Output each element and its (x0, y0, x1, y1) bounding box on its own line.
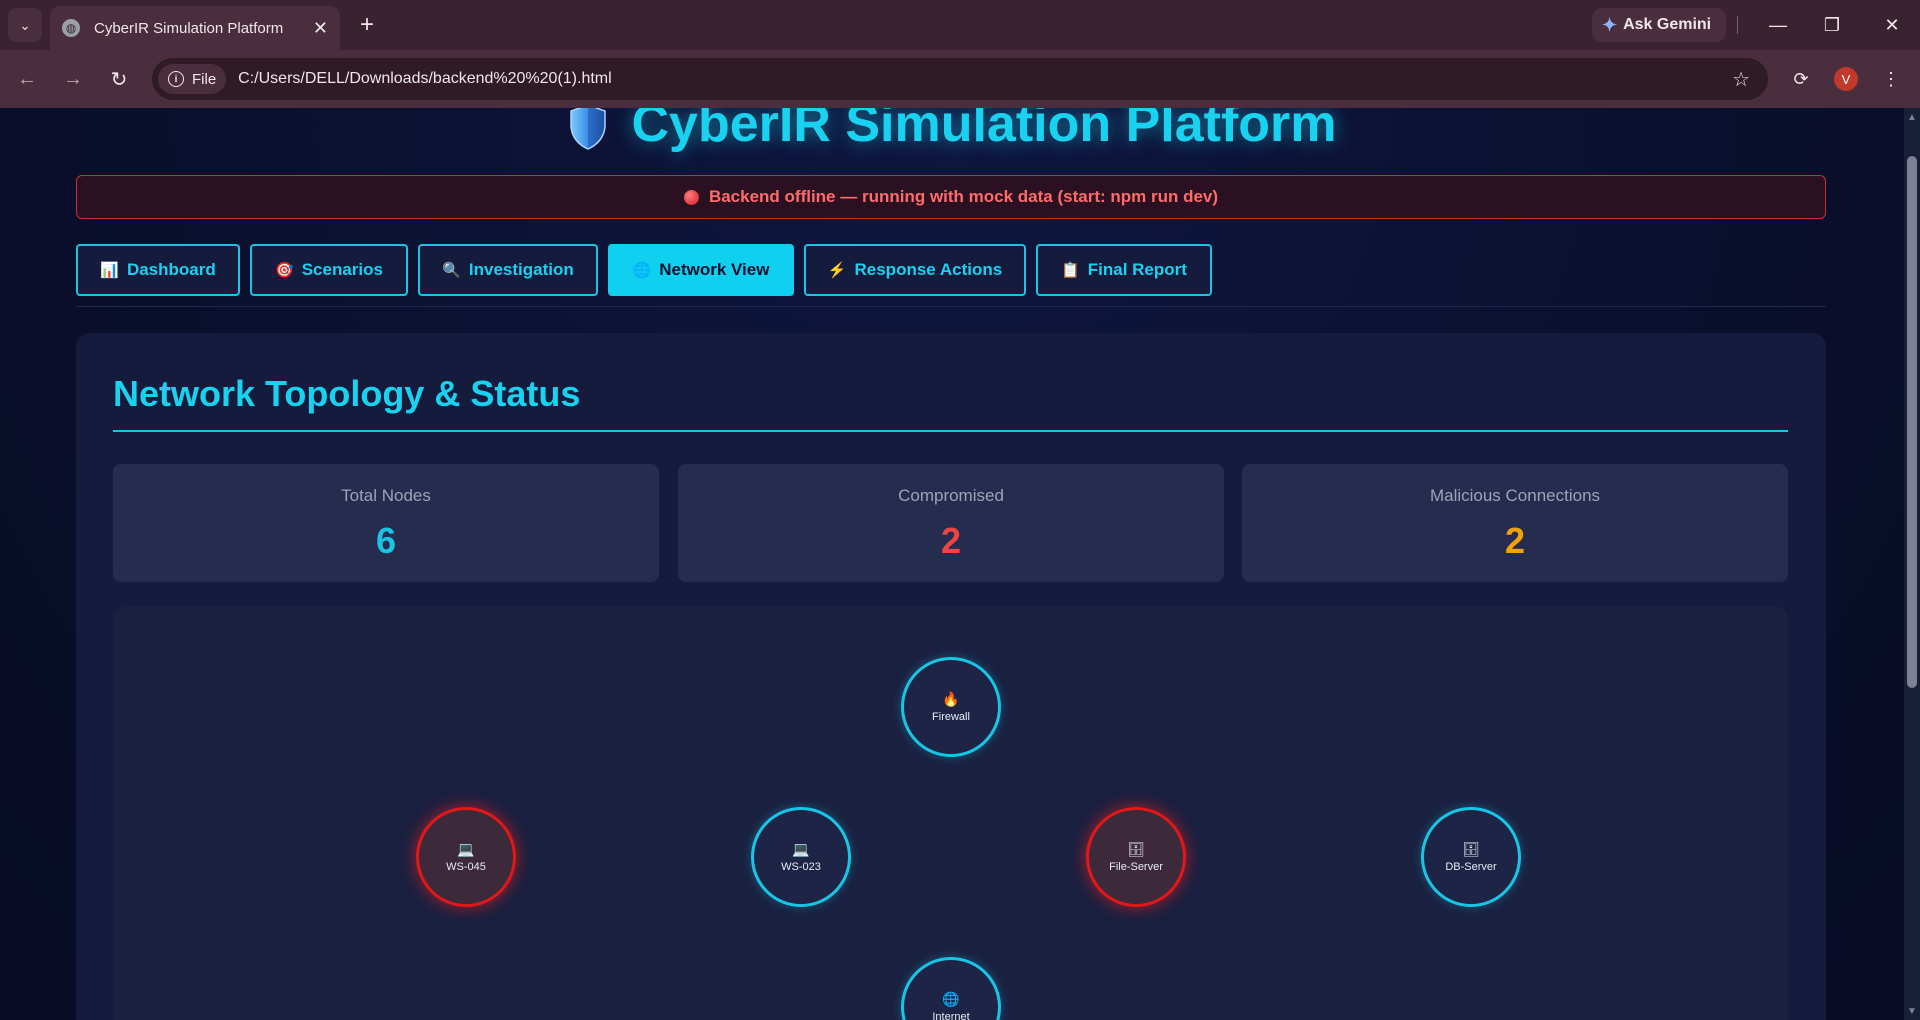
stat-label: Compromised (898, 486, 1004, 505)
shield-icon (569, 108, 606, 151)
tab-label: Final Report (1087, 260, 1187, 279)
tab-investigation[interactable]: 🔍 Investigation (418, 244, 598, 296)
kebab-menu-icon[interactable]: ⋮ (1874, 62, 1908, 96)
app-header: CyberIR Simulation Platform (0, 108, 1904, 154)
browser-tab[interactable]: ◍ CyberIR Simulation Platform ✕ (50, 6, 340, 50)
node-firewall[interactable]: 🔥 Firewall (901, 657, 1001, 757)
nav-divider (76, 306, 1826, 307)
node-label: DB-Server (1445, 861, 1497, 873)
stat-value: 2 (940, 520, 962, 561)
back-icon[interactable]: ← (10, 62, 44, 96)
node-label: Internet (932, 1011, 970, 1020)
tab-label: Response Actions (854, 260, 1003, 279)
tab-label: Scenarios (301, 260, 383, 279)
node-label: WS-023 (781, 861, 821, 873)
tab-dashboard[interactable]: 📊 Dashboard (76, 244, 240, 296)
page-scrollbar[interactable]: ▲ ▼ (1904, 108, 1920, 1020)
backend-offline-alert: Backend offline — running with mock data… (76, 175, 1826, 219)
globe-icon: 🌐 (942, 991, 960, 1007)
scroll-up-icon[interactable]: ▲ (1904, 110, 1920, 124)
scroll-down-icon[interactable]: ▼ (1904, 1004, 1920, 1018)
server-icon: 🗄 (1462, 841, 1480, 857)
reload-icon[interactable]: ↻ (102, 62, 136, 96)
node-label: File-Server (1109, 861, 1163, 873)
extension-icon[interactable]: ⟳ (1784, 62, 1818, 96)
scrollbar-thumb[interactable] (1907, 156, 1917, 688)
laptop-icon: 💻 (457, 841, 475, 857)
new-tab-button[interactable]: + (352, 10, 382, 40)
node-label: WS-045 (446, 861, 486, 873)
tab-final-report[interactable]: 📋 Final Report (1036, 244, 1212, 296)
bar-chart-icon: 📊 (100, 262, 119, 279)
red-circle-icon (683, 189, 699, 205)
toolbar-divider (1737, 16, 1738, 34)
file-chip-label: File (192, 70, 217, 88)
alert-text: Backend offline — running with mock data… (708, 187, 1219, 206)
minimize-icon[interactable]: — (1758, 8, 1798, 42)
forward-icon[interactable]: → (56, 62, 90, 96)
magnifier-icon: 🔍 (442, 262, 461, 279)
network-topology-map: 🔥 Firewall 💻 WS-045 💻 WS-023 🗄 File-Serv… (113, 607, 1788, 1020)
ask-gemini-label: Ask Gemini (1623, 16, 1712, 33)
tab-network-view[interactable]: 🌐 Network View (608, 244, 794, 296)
stat-value: 6 (375, 520, 397, 561)
node-label: Firewall (932, 711, 970, 723)
tab-label: Investigation (468, 260, 574, 279)
app-title: CyberIR Simulation Platform (631, 108, 1337, 153)
tab-label: Network View (659, 260, 770, 279)
node-ws-023[interactable]: 💻 WS-023 (751, 807, 851, 907)
browser-tab-title: CyberIR Simulation Platform (94, 19, 284, 37)
browser-address-bar: ← → ↻ i File C:/Users/DELL/Downloads/bac… (0, 50, 1920, 108)
node-ws-045[interactable]: 💻 WS-045 (416, 807, 516, 907)
globe-icon: 🌐 (632, 262, 652, 279)
page-viewport: CyberIR Simulation Platform Backend offl… (0, 108, 1904, 1020)
node-internet[interactable]: 🌐 Internet (901, 957, 1001, 1020)
close-tab-icon[interactable]: ✕ (313, 18, 328, 39)
gemini-icon: ✦ (1602, 14, 1618, 35)
network-panel: Network Topology & Status Total Nodes 6 … (76, 333, 1826, 1020)
fire-icon: 🔥 (942, 691, 960, 707)
ask-gemini-button[interactable]: ✦ Ask Gemini (1592, 8, 1726, 42)
stat-label: Total Nodes (341, 486, 431, 505)
node-file-server[interactable]: 🗄 File-Server (1086, 807, 1186, 907)
close-window-icon[interactable]: ✕ (1872, 8, 1912, 42)
tab-response-actions[interactable]: ⚡ Response Actions (804, 244, 1026, 296)
lightning-icon: ⚡ (827, 262, 847, 279)
stat-card-malicious-connections: Malicious Connections 2 (1242, 464, 1788, 582)
tab-label: Dashboard (126, 260, 216, 279)
stat-value: 2 (1504, 520, 1526, 561)
url-input[interactable]: i File C:/Users/DELL/Downloads/backend%2… (152, 58, 1768, 100)
node-db-server[interactable]: 🗄 DB-Server (1421, 807, 1521, 907)
target-icon: 🎯 (275, 262, 294, 279)
site-info-chip[interactable]: i File (158, 64, 227, 94)
browser-tab-bar: ⌄ ◍ CyberIR Simulation Platform ✕ + ✦ As… (0, 0, 1920, 50)
stat-label: Malicious Connections (1429, 486, 1601, 505)
stat-card-compromised: Compromised 2 (678, 464, 1224, 582)
stat-card-total-nodes: Total Nodes 6 (113, 464, 659, 582)
tab-search-icon[interactable]: ⌄ (8, 8, 42, 42)
globe-icon: ◍ (62, 19, 80, 37)
info-icon: i (168, 71, 184, 87)
main-tabs: 📊 Dashboard 🎯 Scenarios 🔍 Investigation … (76, 244, 1222, 296)
section-divider (113, 430, 1788, 432)
section-title: Network Topology & Status (113, 373, 581, 414)
restore-icon[interactable]: ❐ (1812, 8, 1852, 42)
bookmark-star-icon[interactable]: ☆ (1732, 67, 1750, 92)
laptop-icon: 💻 (792, 841, 810, 857)
server-icon: 🗄 (1127, 841, 1145, 857)
tab-scenarios[interactable]: 🎯 Scenarios (250, 244, 408, 296)
clipboard-icon: 📋 (1061, 262, 1080, 279)
profile-avatar[interactable]: V (1834, 67, 1858, 91)
url-text: C:/Users/DELL/Downloads/backend%20%20(1)… (238, 70, 612, 87)
